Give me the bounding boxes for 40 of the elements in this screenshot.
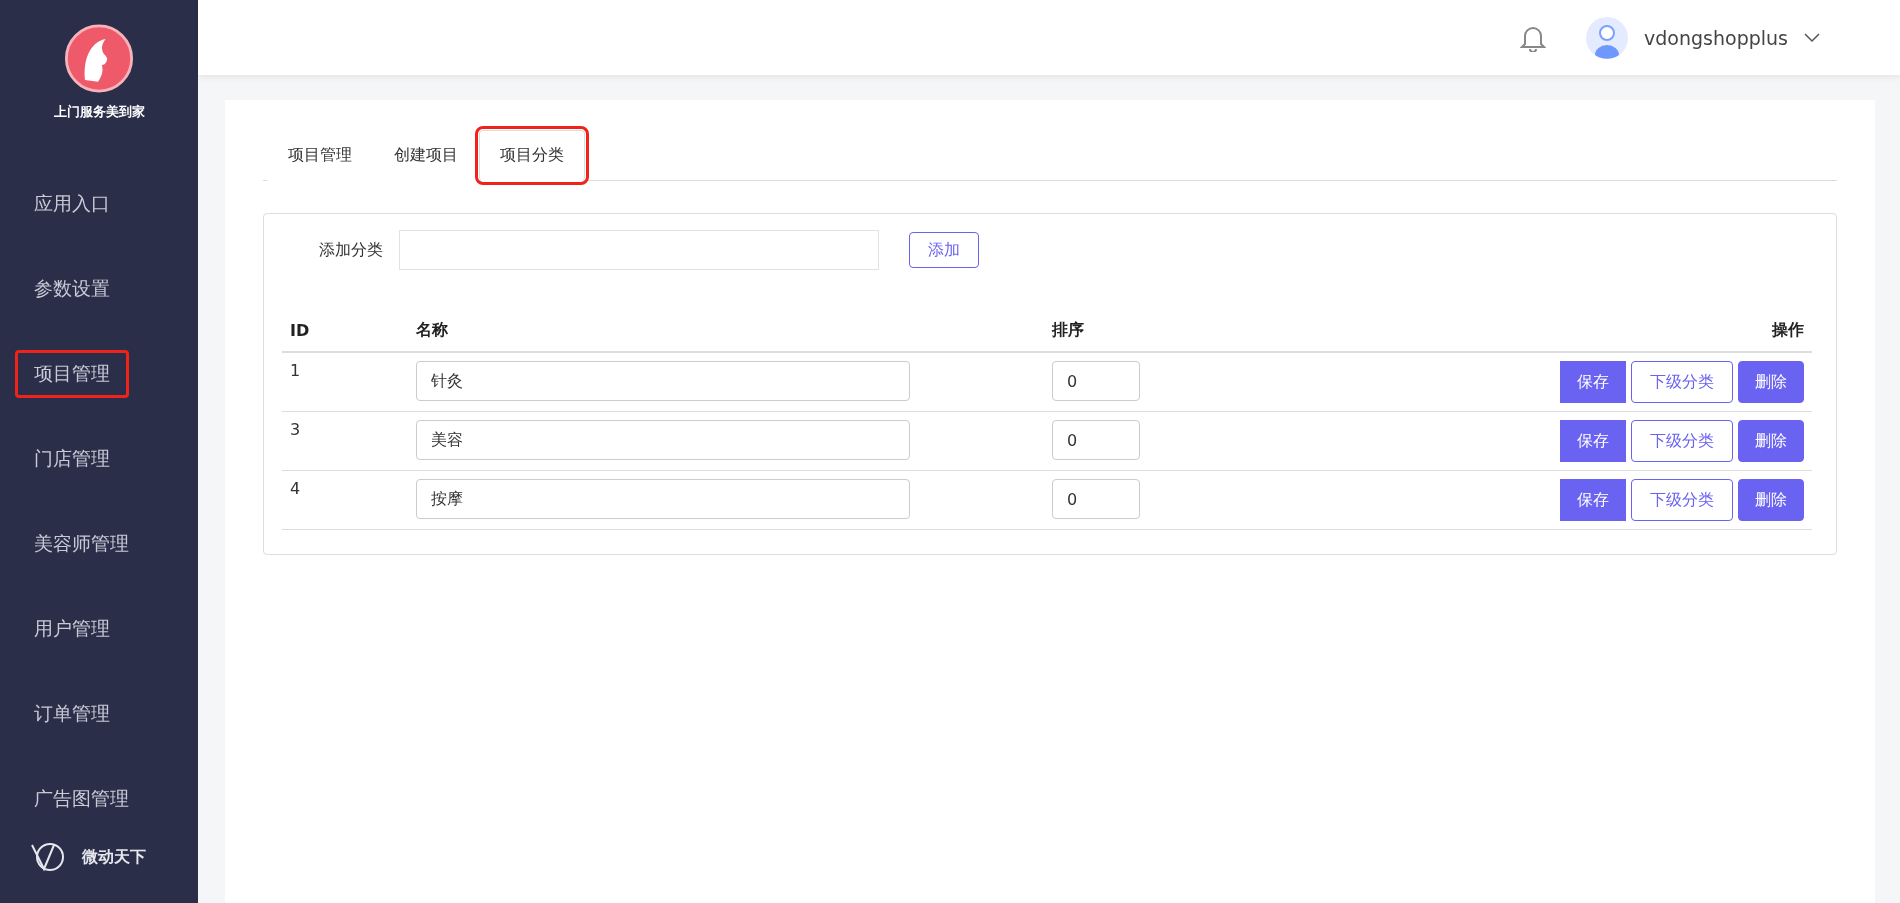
delete-button[interactable]: 删除 <box>1738 361 1804 403</box>
save-button[interactable]: 保存 <box>1560 420 1626 462</box>
footer-brand: 微动天下 <box>82 846 146 868</box>
order-input[interactable]: 0 <box>1052 361 1140 401</box>
sidebar-item[interactable]: 参数设置 <box>0 246 198 331</box>
save-button[interactable]: 保存 <box>1560 479 1626 521</box>
user-menu[interactable]: vdongshopplus <box>1586 16 1820 59</box>
name-input[interactable]: 美容 <box>416 420 910 460</box>
sidebar-item[interactable]: 用户管理 <box>0 586 198 671</box>
category-name-input[interactable] <box>399 230 879 270</box>
name-input[interactable]: 针灸 <box>416 361 910 401</box>
add-button[interactable]: 添加 <box>909 232 979 268</box>
brand-name: 上门服务美到家 <box>53 103 145 121</box>
delete-button[interactable]: 删除 <box>1738 420 1804 462</box>
table-cell: 4 <box>282 470 408 530</box>
column-header: ID <box>282 310 408 352</box>
column-header: 操作 <box>1260 310 1812 352</box>
sidebar-item[interactable]: 项目管理 <box>0 331 198 416</box>
column-header: 排序 <box>1044 310 1260 352</box>
sidebar-item[interactable]: 应用入口 <box>0 161 198 246</box>
table-cell: 1 <box>282 352 408 412</box>
table-cell: 3 <box>282 411 408 471</box>
delete-button[interactable]: 删除 <box>1738 479 1804 521</box>
logo-icon <box>62 24 136 93</box>
subcategory-button[interactable]: 下级分类 <box>1631 479 1733 521</box>
avatar-icon <box>1586 16 1629 59</box>
name-input[interactable]: 按摩 <box>416 479 910 519</box>
order-input[interactable]: 0 <box>1052 420 1140 460</box>
subcategory-button[interactable]: 下级分类 <box>1631 420 1733 462</box>
column-header: 名称 <box>408 310 1044 352</box>
sidebar-item[interactable]: 订单管理 <box>0 671 198 756</box>
sidebar-item[interactable]: 广告图管理 <box>0 756 198 841</box>
save-button[interactable]: 保存 <box>1560 361 1626 403</box>
chevron-down-icon <box>1804 32 1820 43</box>
sidebar-item[interactable]: 门店管理 <box>0 416 198 501</box>
sidebar-item[interactable]: 美容师管理 <box>0 501 198 586</box>
subcategory-button[interactable]: 下级分类 <box>1631 361 1733 403</box>
add-category-label: 添加分类 <box>319 239 383 261</box>
order-input[interactable]: 0 <box>1052 479 1140 519</box>
v-logo-icon <box>30 841 66 873</box>
